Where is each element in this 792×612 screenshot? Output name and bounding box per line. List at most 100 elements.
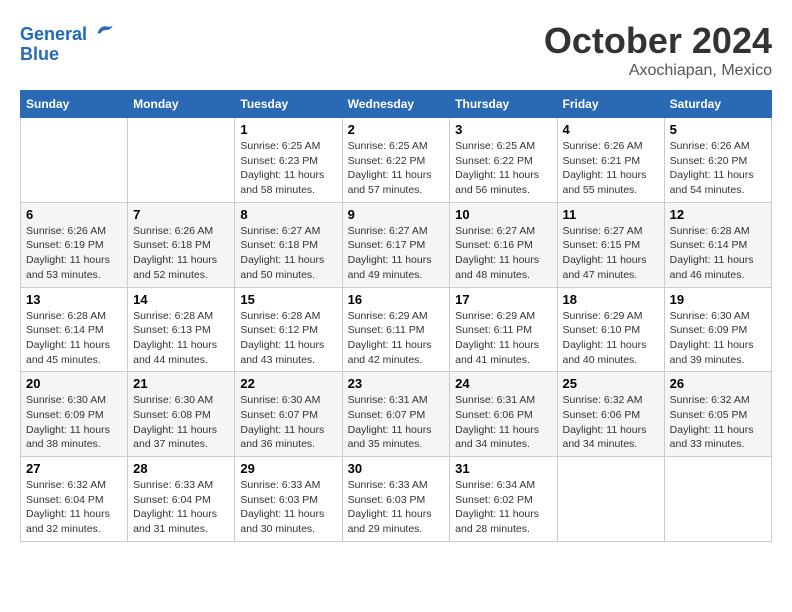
day-info: Sunrise: 6:26 AM Sunset: 6:21 PM Dayligh… [563,139,659,198]
calendar-day-cell: 23 Sunrise: 6:31 AM Sunset: 6:07 PM Dayli… [342,372,450,457]
calendar-day-cell: 18 Sunrise: 6:29 AM Sunset: 6:10 PM Dayli… [557,287,664,372]
weekday-header: Saturday [664,91,771,118]
calendar-day-cell: 19 Sunrise: 6:30 AM Sunset: 6:09 PM Dayli… [664,287,771,372]
logo: General Blue [20,20,114,65]
calendar-day-cell: 28 Sunrise: 6:33 AM Sunset: 6:04 PM Dayli… [128,457,235,542]
day-info: Sunrise: 6:30 AM Sunset: 6:07 PM Dayligh… [240,393,336,452]
day-info: Sunrise: 6:30 AM Sunset: 6:08 PM Dayligh… [133,393,229,452]
day-info: Sunrise: 6:26 AM Sunset: 6:18 PM Dayligh… [133,224,229,283]
calendar-day-cell: 11 Sunrise: 6:27 AM Sunset: 6:15 PM Dayli… [557,202,664,287]
calendar-day-cell: 25 Sunrise: 6:32 AM Sunset: 6:06 PM Dayli… [557,372,664,457]
day-info: Sunrise: 6:25 AM Sunset: 6:22 PM Dayligh… [455,139,551,198]
calendar-day-cell: 26 Sunrise: 6:32 AM Sunset: 6:05 PM Dayli… [664,372,771,457]
weekday-header: Thursday [450,91,557,118]
calendar-day-cell: 20 Sunrise: 6:30 AM Sunset: 6:09 PM Dayli… [21,372,128,457]
day-info: Sunrise: 6:29 AM Sunset: 6:11 PM Dayligh… [348,309,445,368]
day-number: 10 [455,207,551,222]
calendar-day-cell: 12Sunrise: 6:28 AM Sunset: 6:14 PM Dayli… [664,202,771,287]
calendar-day-cell: 13 Sunrise: 6:28 AM Sunset: 6:14 PM Dayli… [21,287,128,372]
day-info: Sunrise: 6:28 AM Sunset: 6:14 PM Dayligh… [670,224,766,283]
day-number: 18 [563,292,659,307]
day-info: Sunrise: 6:32 AM Sunset: 6:05 PM Dayligh… [670,393,766,452]
day-info: Sunrise: 6:30 AM Sunset: 6:09 PM Dayligh… [670,309,766,368]
day-info: Sunrise: 6:33 AM Sunset: 6:04 PM Dayligh… [133,478,229,537]
day-number: 5 [670,122,766,137]
day-info: Sunrise: 6:25 AM Sunset: 6:23 PM Dayligh… [240,139,336,198]
logo-bird-icon [94,20,114,40]
day-info: Sunrise: 6:34 AM Sunset: 6:02 PM Dayligh… [455,478,551,537]
calendar-day-cell: 31 Sunrise: 6:34 AM Sunset: 6:02 PM Dayli… [450,457,557,542]
day-info: Sunrise: 6:28 AM Sunset: 6:13 PM Dayligh… [133,309,229,368]
calendar-week-row: 27Sunrise: 6:32 AM Sunset: 6:04 PM Dayli… [21,457,772,542]
weekday-header: Monday [128,91,235,118]
day-number: 28 [133,461,229,476]
calendar-body: 1 Sunrise: 6:25 AM Sunset: 6:23 PM Daylig… [21,118,772,542]
calendar-day-cell: 27Sunrise: 6:32 AM Sunset: 6:04 PM Dayli… [21,457,128,542]
month-title: October 2024 [544,20,772,62]
day-number: 4 [563,122,659,137]
calendar-day-cell: 24Sunrise: 6:31 AM Sunset: 6:06 PM Dayli… [450,372,557,457]
day-info: Sunrise: 6:30 AM Sunset: 6:09 PM Dayligh… [26,393,122,452]
calendar-day-cell [21,118,128,203]
calendar-week-row: 1 Sunrise: 6:25 AM Sunset: 6:23 PM Daylig… [21,118,772,203]
calendar-week-row: 20 Sunrise: 6:30 AM Sunset: 6:09 PM Dayli… [21,372,772,457]
calendar-day-cell: 4 Sunrise: 6:26 AM Sunset: 6:21 PM Daylig… [557,118,664,203]
day-info: Sunrise: 6:33 AM Sunset: 6:03 PM Dayligh… [348,478,445,537]
day-info: Sunrise: 6:26 AM Sunset: 6:20 PM Dayligh… [670,139,766,198]
day-info: Sunrise: 6:27 AM Sunset: 6:15 PM Dayligh… [563,224,659,283]
calendar-day-cell: 5 Sunrise: 6:26 AM Sunset: 6:20 PM Daylig… [664,118,771,203]
day-info: Sunrise: 6:29 AM Sunset: 6:10 PM Dayligh… [563,309,659,368]
day-number: 1 [240,122,336,137]
day-info: Sunrise: 6:32 AM Sunset: 6:06 PM Dayligh… [563,393,659,452]
calendar-day-cell: 21 Sunrise: 6:30 AM Sunset: 6:08 PM Dayli… [128,372,235,457]
day-info: Sunrise: 6:31 AM Sunset: 6:07 PM Dayligh… [348,393,445,452]
day-info: Sunrise: 6:26 AM Sunset: 6:19 PM Dayligh… [26,224,122,283]
day-number: 25 [563,376,659,391]
day-number: 21 [133,376,229,391]
day-number: 29 [240,461,336,476]
weekday-header: Tuesday [235,91,342,118]
calendar-week-row: 13 Sunrise: 6:28 AM Sunset: 6:14 PM Dayli… [21,287,772,372]
calendar-table: SundayMondayTuesdayWednesdayThursdayFrid… [20,90,772,542]
day-number: 13 [26,292,122,307]
calendar-day-cell [557,457,664,542]
day-info: Sunrise: 6:27 AM Sunset: 6:18 PM Dayligh… [240,224,336,283]
day-number: 8 [240,207,336,222]
day-number: 31 [455,461,551,476]
day-info: Sunrise: 6:32 AM Sunset: 6:04 PM Dayligh… [26,478,122,537]
calendar-day-cell: 17 Sunrise: 6:29 AM Sunset: 6:11 PM Dayli… [450,287,557,372]
logo-blue: Blue [20,45,114,65]
title-block: October 2024 Axochiapan, Mexico [544,20,772,80]
calendar-day-cell: 29 Sunrise: 6:33 AM Sunset: 6:03 PM Dayli… [235,457,342,542]
calendar-day-cell: 30Sunrise: 6:33 AM Sunset: 6:03 PM Dayli… [342,457,450,542]
calendar-day-cell: 6Sunrise: 6:26 AM Sunset: 6:19 PM Daylig… [21,202,128,287]
day-info: Sunrise: 6:31 AM Sunset: 6:06 PM Dayligh… [455,393,551,452]
day-number: 11 [563,207,659,222]
day-number: 2 [348,122,445,137]
day-info: Sunrise: 6:33 AM Sunset: 6:03 PM Dayligh… [240,478,336,537]
calendar-week-row: 6Sunrise: 6:26 AM Sunset: 6:19 PM Daylig… [21,202,772,287]
day-number: 19 [670,292,766,307]
day-info: Sunrise: 6:25 AM Sunset: 6:22 PM Dayligh… [348,139,445,198]
weekday-header: Wednesday [342,91,450,118]
calendar-day-cell: 7 Sunrise: 6:26 AM Sunset: 6:18 PM Daylig… [128,202,235,287]
logo-general: General [20,24,87,44]
day-number: 20 [26,376,122,391]
weekday-header: Sunday [21,91,128,118]
day-number: 17 [455,292,551,307]
day-info: Sunrise: 6:29 AM Sunset: 6:11 PM Dayligh… [455,309,551,368]
day-info: Sunrise: 6:27 AM Sunset: 6:16 PM Dayligh… [455,224,551,283]
day-number: 26 [670,376,766,391]
day-number: 9 [348,207,445,222]
calendar-day-cell: 15Sunrise: 6:28 AM Sunset: 6:12 PM Dayli… [235,287,342,372]
day-number: 23 [348,376,445,391]
calendar-day-cell [128,118,235,203]
day-info: Sunrise: 6:28 AM Sunset: 6:14 PM Dayligh… [26,309,122,368]
calendar-day-cell: 10 Sunrise: 6:27 AM Sunset: 6:16 PM Dayli… [450,202,557,287]
calendar-day-cell: 14Sunrise: 6:28 AM Sunset: 6:13 PM Dayli… [128,287,235,372]
calendar-day-cell: 9Sunrise: 6:27 AM Sunset: 6:17 PM Daylig… [342,202,450,287]
calendar-header-row: SundayMondayTuesdayWednesdayThursdayFrid… [21,91,772,118]
day-number: 15 [240,292,336,307]
day-number: 7 [133,207,229,222]
calendar-day-cell: 22Sunrise: 6:30 AM Sunset: 6:07 PM Dayli… [235,372,342,457]
